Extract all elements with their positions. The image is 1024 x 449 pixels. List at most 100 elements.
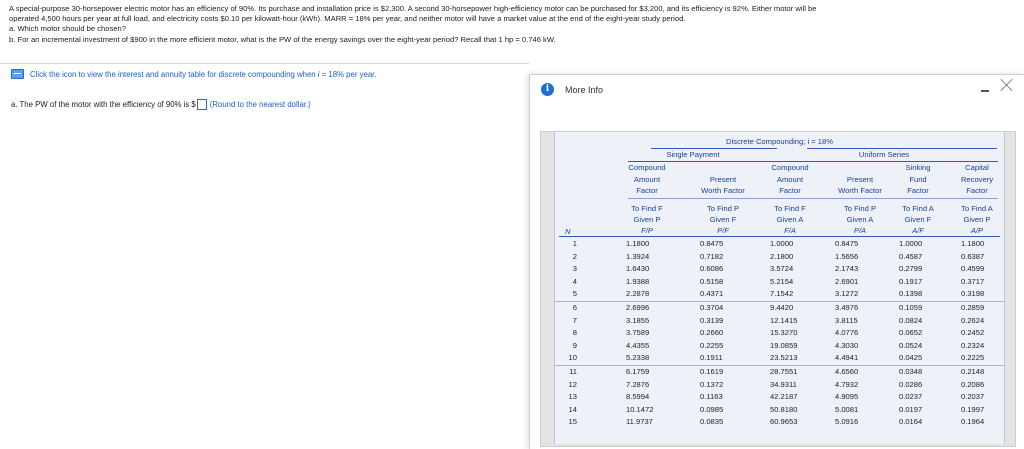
column-formula: To Find P Given A P/A (827, 203, 893, 237)
factor-cell: 0.0237 (899, 392, 923, 402)
table-hint[interactable]: Click the icon to view the interest and … (11, 69, 377, 79)
answer-input[interactable] (196, 99, 207, 110)
factor-cell: 28.7551 (770, 366, 798, 376)
factor-cell: 4.3030 (835, 340, 859, 350)
factor-cell: 1.6430 (626, 264, 650, 274)
table-row: 10 5.2338 0.1911 23.5213 4.4941 0.0425 0.2225 (555, 352, 1004, 366)
factor-cell: 0.8475 (835, 239, 859, 248)
period-cell: 15 (568, 417, 577, 427)
column-header: Capital Recovery Factor (951, 162, 1003, 197)
factor-cell: 23.5213 (770, 353, 798, 363)
column-formula-line: To Find F (774, 204, 806, 213)
period-cell: 9 (572, 340, 577, 350)
column-formula: To Find F Given A F/A (759, 203, 821, 237)
factor-cell: 0.1917 (899, 276, 923, 286)
column-formula-line: F/A (784, 226, 796, 236)
interest-table: Discrete Compounding; i = 18% Single Pay… (554, 132, 1005, 444)
column-formula-line: Given P (633, 215, 661, 225)
table-row: 2 1.3924 0.7182 2.1800 1.5656 0.4587 0.6387 (555, 251, 1004, 264)
period-cell: 7 (572, 315, 577, 325)
factor-cell: 8.5994 (626, 392, 650, 402)
table-title: Discrete Compounding; i = 18% (725, 137, 833, 146)
factor-cell: 0.2799 (899, 264, 923, 274)
column-header-line: Factor (779, 186, 801, 196)
table-row: 7 3.1855 0.3139 12.1415 3.8115 0.0824 0.2624 (555, 315, 1004, 328)
column-header-line (689, 162, 757, 174)
factor-cell: 50.8180 (770, 404, 798, 414)
period-cell: 11 (569, 366, 577, 376)
table-row: 8 3.7589 0.2660 15.3270 4.0776 0.0652 0.2452 (555, 327, 1004, 340)
column-formula-line: Given F (709, 215, 737, 225)
column-header-line: Capital (965, 163, 989, 172)
factor-cell: 3.5724 (770, 264, 794, 274)
divider (0, 63, 529, 64)
column-formula-line: P/A (853, 226, 867, 236)
factor-cell: 0.1619 (700, 366, 724, 376)
factor-cell: 7.1542 (770, 289, 794, 299)
table-icon[interactable] (11, 69, 24, 79)
factor-cell: 0.2624 (961, 315, 985, 325)
question-a: a. The PW of the motor with the efficien… (11, 99, 311, 110)
column-header: Present Worth Factor (827, 162, 893, 197)
column-header-line: Worth Factor (838, 186, 882, 196)
period-cell: 6 (572, 302, 577, 312)
factor-cell: 1.0000 (899, 239, 923, 248)
factor-cell: 0.0835 (700, 417, 724, 427)
period-cell: 10 (568, 353, 577, 363)
more-info-dialog: i More Info Discrete Compounding; i = 18… (529, 74, 1024, 449)
factor-cell: 7.2876 (626, 379, 650, 389)
column-header: Compound Amount Factor (759, 162, 821, 197)
factor-cell: 2.6901 (835, 276, 859, 286)
column-header-line: Fund (909, 174, 927, 184)
column-header: Compound Amount Factor (617, 162, 677, 197)
factor-cell: 0.0425 (899, 353, 923, 363)
table-body: 1 1.1800 0.8475 1.0000 0.8475 1.0000 1.1800 2 1.… (555, 238, 1004, 429)
factor-cell: 34.9311 (770, 379, 797, 389)
n-column-header: N (565, 227, 571, 236)
column-formula: To Find P Given F P/F (689, 203, 757, 237)
factor-cell: 0.3139 (700, 315, 724, 325)
factor-cell: 2.1800 (770, 251, 794, 261)
column-formula-line: To Find A (961, 204, 993, 213)
factor-cell: 0.4599 (961, 264, 985, 274)
factor-cell: 2.1743 (835, 264, 859, 274)
table-row: 12 7.2876 0.1372 34.9311 4.7932 0.0286 0.2086 (555, 379, 1004, 392)
column-header-line: Present (846, 174, 874, 184)
period-cell: 4 (572, 276, 577, 286)
column-formula-line: To Find P (706, 204, 740, 213)
factor-cell: 0.7182 (700, 251, 724, 261)
factor-cell: 3.4976 (835, 302, 859, 312)
factor-cell: 9.4420 (770, 302, 794, 312)
problem-part-b: b. For an incremental investment of $900… (9, 34, 556, 44)
column-formula-line: A/F (912, 226, 924, 236)
table-frame[interactable]: Discrete Compounding; i = 18% Single Pay… (540, 131, 1016, 447)
factor-cell: 4.4941 (835, 353, 859, 363)
period-cell: 14 (568, 404, 577, 414)
factor-cell: 5.2338 (626, 353, 650, 363)
period-cell: 3 (572, 264, 577, 274)
factor-cell: 4.4355 (626, 340, 650, 350)
factor-cell: 0.5158 (700, 276, 724, 286)
factor-cell: 0.0164 (899, 417, 923, 427)
table-row: 3 1.6430 0.6086 3.5724 2.1743 0.2799 0.4599 (555, 263, 1004, 276)
column-formula-line: To Find F (631, 204, 663, 213)
table-hint-text[interactable]: Click the icon to view the interest and … (30, 70, 377, 79)
close-icon[interactable] (1000, 78, 1014, 92)
factor-cell: 0.0524 (899, 340, 923, 350)
question-a-text: a. The PW of the motor with the efficien… (11, 100, 196, 109)
column-header-line: Factor (636, 186, 658, 196)
table-row: 9 4.4355 0.2255 19.0859 4.3030 0.0524 0.2324 (555, 340, 1004, 353)
column-header-line: Compound (771, 163, 809, 172)
factor-cell: 0.1964 (961, 417, 985, 427)
problem-statement: A special-purpose 30-horsepower electric… (9, 4, 1021, 45)
factor-cell: 0.3704 (700, 302, 724, 312)
factor-cell: 0.2324 (961, 340, 985, 350)
factor-cell: 0.2148 (961, 366, 985, 376)
factor-cell: 0.6086 (700, 264, 724, 274)
factor-cell: 3.1272 (835, 289, 859, 299)
minimize-icon[interactable] (980, 83, 990, 93)
table-row: 5 2.2878 0.4371 7.1542 3.1272 0.1398 0.3198 (555, 288, 1004, 302)
table-row: 11 6.1759 0.1619 28.7551 4.6560 0.0348 0.2148 (555, 366, 1004, 379)
column-formula: To Find A Given F A/F (891, 203, 945, 237)
factor-cell: 0.4371 (700, 289, 724, 299)
